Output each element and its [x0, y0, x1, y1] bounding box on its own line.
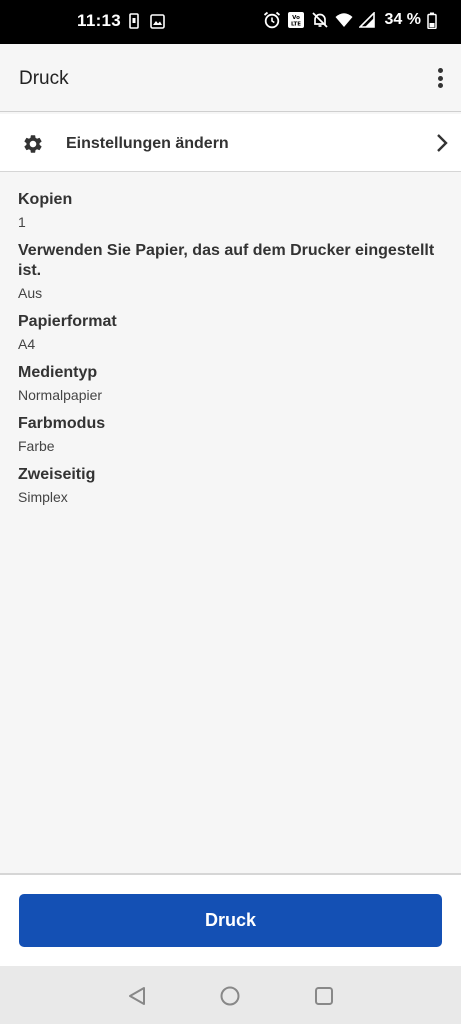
chevron-right-icon: [437, 134, 448, 152]
option-title: Papierformat: [18, 313, 117, 330]
mute-icon: [311, 12, 328, 28]
recents-icon[interactable]: [313, 985, 335, 1007]
change-settings-row[interactable]: Einstellungen ändern: [0, 114, 461, 172]
option-title: Verwenden Sie Papier, das auf dem Drucke…: [18, 242, 435, 279]
option-copies: Kopien 1: [18, 190, 443, 231]
option-color-mode: Farbmodus Farbe: [18, 414, 443, 455]
signal-icon: [358, 12, 375, 28]
bottom-action-area: Druck: [0, 875, 461, 966]
svg-text:LTE: LTE: [290, 22, 300, 28]
battery-percent: 34 %: [384, 11, 421, 28]
option-value: Aus: [18, 285, 43, 301]
menu-dot: [437, 83, 443, 88]
status-bar: 11:13 Vo LTE 34 %: [0, 0, 461, 44]
svg-text:Vo: Vo: [292, 15, 300, 21]
app-bar: Druck: [0, 44, 461, 112]
battery-icon: [427, 12, 437, 29]
menu-dot: [437, 75, 443, 81]
volte-icon: Vo LTE: [287, 12, 304, 28]
alarm-icon: [263, 11, 280, 29]
more-vert-icon[interactable]: [433, 64, 447, 92]
option-paper-size: Papierformat A4: [18, 312, 443, 353]
image-icon: [150, 13, 165, 29]
sim-icon: [129, 13, 139, 29]
print-options-list: Kopien 1 Verwenden Sie Papier, das auf d…: [18, 190, 443, 516]
gear-icon: [24, 135, 42, 153]
status-right-icons: Vo LTE 34 %: [263, 11, 437, 29]
option-title: Farbmodus: [18, 415, 106, 432]
menu-dot: [437, 68, 443, 73]
option-value: 1: [18, 214, 26, 230]
print-button[interactable]: Druck: [19, 894, 442, 947]
option-value: A4: [18, 336, 36, 352]
home-icon[interactable]: [219, 985, 241, 1007]
option-title: Zweiseitig: [18, 466, 96, 483]
status-time: 11:13: [77, 11, 122, 30]
option-duplex: Zweiseitig Simplex: [18, 465, 443, 506]
back-icon[interactable]: [126, 985, 148, 1007]
system-nav-bar: [0, 966, 461, 1024]
option-value: Simplex: [18, 489, 68, 505]
option-title: Kopien: [18, 191, 73, 208]
wifi-icon: [335, 13, 353, 27]
option-media-type: Medientyp Normalpapier: [18, 363, 443, 404]
page-title: Druck: [19, 68, 69, 89]
option-value: Normalpapier: [18, 387, 103, 403]
option-use-printer-paper: Verwenden Sie Papier, das auf dem Drucke…: [18, 241, 443, 302]
status-left-icons: [128, 13, 165, 29]
option-title: Medientyp: [18, 364, 98, 381]
option-value: Farbe: [18, 438, 55, 454]
change-settings-label: Einstellungen ändern: [66, 135, 229, 152]
